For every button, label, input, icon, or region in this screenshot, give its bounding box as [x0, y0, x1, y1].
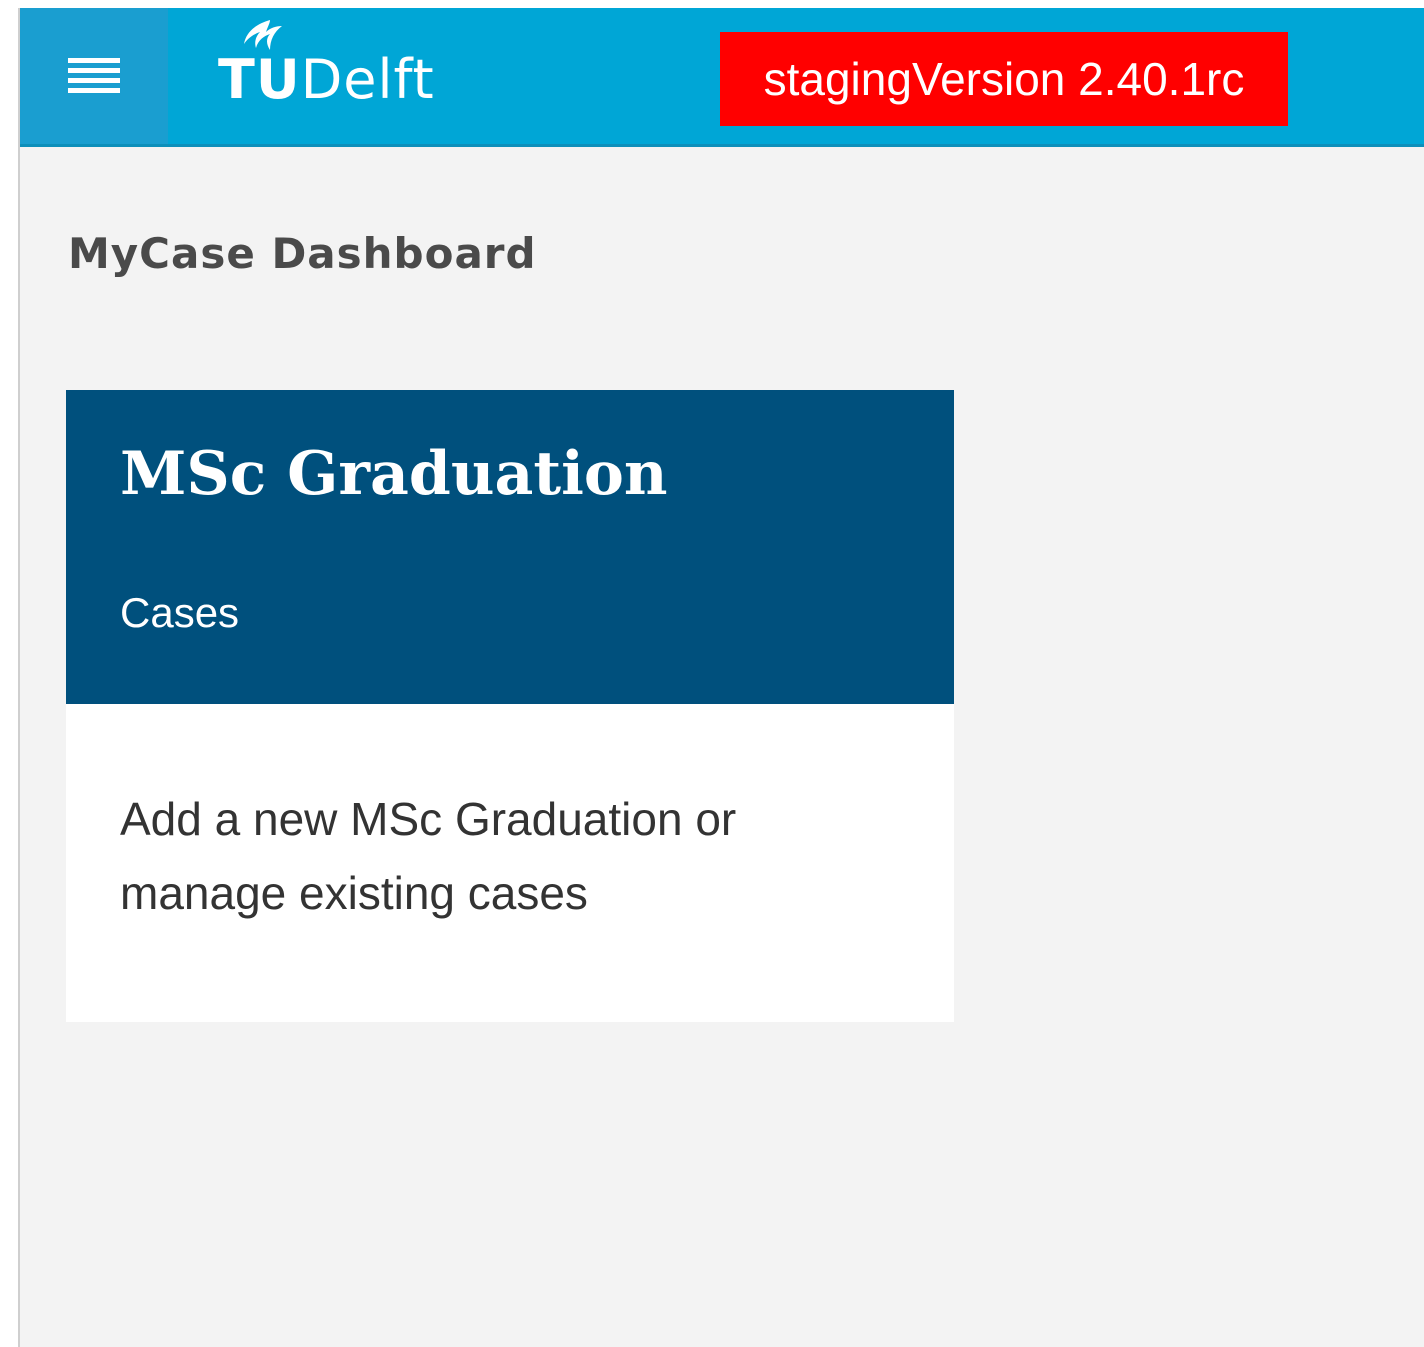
environment-version-badge: stagingVersion 2.40.1rc [720, 32, 1288, 126]
card-description: Add a new MSc Graduation or manage exist… [120, 793, 737, 919]
card-title: MSc Graduation [120, 439, 668, 509]
msc-graduation-card[interactable]: MSc Graduation Cases Add a new MSc Gradu… [66, 390, 954, 1022]
card-subtitle: Cases [120, 589, 240, 636]
logo-tu-text: TU [218, 48, 301, 111]
page-title: MyCase Dashboard [68, 229, 537, 278]
menu-button[interactable] [20, 8, 168, 144]
logo-wordmark: TUDelft [218, 48, 435, 112]
top-navigation-bar: TUDelft stagingVersion 2.40.1rc [20, 8, 1424, 147]
card-header: MSc Graduation Cases [66, 390, 954, 704]
app-window: TUDelft stagingVersion 2.40.1rc MyCase D… [18, 8, 1424, 1347]
tudelft-logo[interactable]: TUDelft [218, 18, 448, 118]
hamburger-menu-icon [68, 58, 120, 93]
logo-delft-text: Delft [300, 48, 435, 111]
